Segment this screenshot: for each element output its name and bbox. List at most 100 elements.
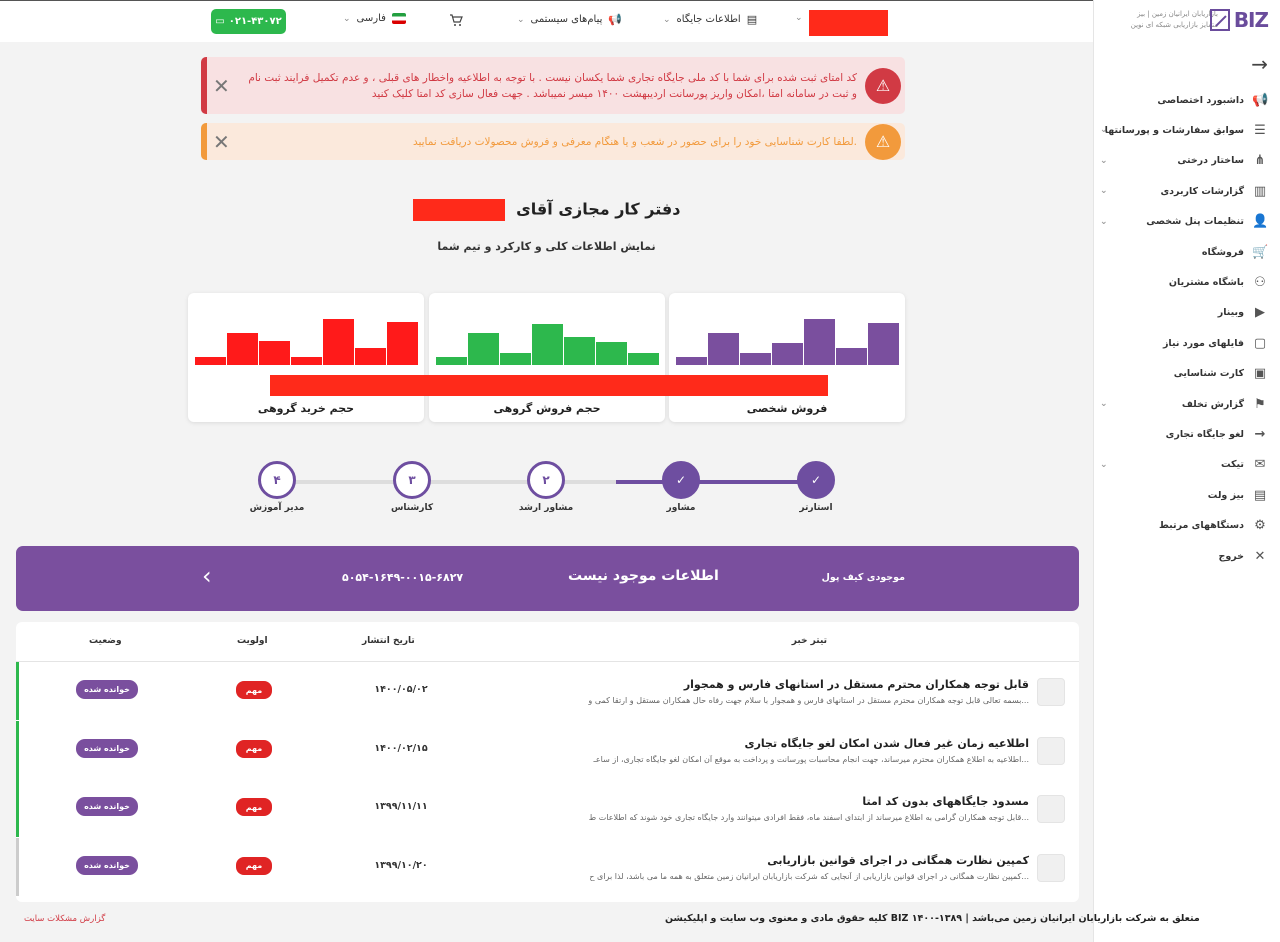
- sidebar-item[interactable]: باشگاه مشتریان ⚇: [1098, 272, 1268, 292]
- sparkline-bar: [532, 324, 563, 365]
- club-icon: ⚇: [1254, 274, 1266, 290]
- station-info-menu[interactable]: ⌄ اطلاعات جایگاه ▤: [663, 13, 757, 26]
- news-title[interactable]: مسدود جایگاههای بدون کد امتا: [862, 795, 1029, 808]
- close-icon[interactable]: ✕: [213, 74, 230, 98]
- card-group-purchase[interactable]: حجم خرید گروهی: [188, 293, 424, 422]
- chevron-down-icon: ⌄: [517, 14, 525, 25]
- chevron-down-icon: ⌄: [795, 13, 803, 23]
- sidebar-item[interactable]: ⌄ گزارش تخلف ⚑: [1098, 394, 1268, 414]
- sidebar-item[interactable]: کارت شناسایی ▣: [1098, 364, 1268, 384]
- brand-subtitle: بازاریابان ایرانیان زمین | بیز متمایز با…: [1130, 10, 1218, 29]
- sparkline-bar: [387, 322, 418, 365]
- table-row[interactable]: قابل توجه همکاران محترم مستقل در استانها…: [16, 662, 1079, 720]
- step-label: مشاور: [666, 503, 696, 513]
- news-thumbnail: [1037, 853, 1065, 882]
- sidebar-item[interactable]: فروشگاه 🛒: [1098, 242, 1268, 262]
- id-card-icon: ▣: [1253, 366, 1267, 382]
- news-description: قابل توجه همکاران گرامی به اطلاع میرساند…: [588, 813, 1029, 822]
- chevron-down-icon: ⌄: [1100, 186, 1108, 197]
- system-messages-menu[interactable]: ⌄ پیام‌های سیستمی 📢: [517, 13, 622, 26]
- chat-icon: ▭: [215, 16, 225, 27]
- chevron-left-icon[interactable]: ‹: [202, 562, 212, 590]
- priority-badge: مهم: [236, 739, 272, 758]
- sidebar-item[interactable]: لغو جایگاه تجاری →: [1098, 424, 1268, 444]
- news-description: بسمه تعالی قابل توجه همکاران محترم مستقل…: [588, 696, 1029, 705]
- row-marker: [16, 779, 19, 837]
- device-icon: ⚙: [1254, 518, 1266, 534]
- sidebar-item[interactable]: ⌄ ساختار درختی ⋔: [1098, 151, 1268, 171]
- news-title[interactable]: قابل توجه همکاران محترم مستقل در استانها…: [684, 678, 1029, 691]
- warning-icon: ⚠: [865, 67, 901, 104]
- table-header: تیتر خبر تاریخ انتشار اولویت وضعیت: [16, 622, 1079, 662]
- user-icon: 👤: [1252, 214, 1269, 230]
- card-label: حجم خرید گروهی: [257, 402, 355, 415]
- megaphone-icon: 📢: [608, 13, 623, 26]
- sparkline-bar: [500, 353, 531, 365]
- sparkline-bar: [740, 353, 771, 365]
- card-personal-sales[interactable]: فروش شخصی: [669, 293, 905, 422]
- warning-icon: ⚠: [865, 123, 901, 160]
- brand-logo[interactable]: BIZ: [1209, 8, 1269, 32]
- sparkline-bar: [564, 337, 595, 365]
- news-thumbnail: [1037, 795, 1065, 823]
- sidebar-item-label: داشبورد اختصاصی: [1157, 94, 1244, 106]
- sidebar-item[interactable]: ⌄ تیکت ✉: [1098, 455, 1268, 475]
- table-row[interactable]: اطلاعیه زمان غیر فعال شدن امکان لغو جایگ…: [16, 720, 1079, 779]
- user-menu[interactable]: ⌄: [795, 13, 803, 23]
- step-label: مشاور ارشد: [518, 503, 574, 513]
- header-title: تیتر خبر: [791, 636, 827, 646]
- sparkline-bar: [596, 342, 627, 365]
- report-icon: ⚑: [1254, 396, 1266, 412]
- alert-amta-code[interactable]: ✕ کد امتای ثبت شده برای شما با کد ملی جا…: [201, 57, 905, 114]
- sidebar-item[interactable]: بیز ولت ▤: [1098, 485, 1268, 505]
- step-circle: ✓: [662, 461, 700, 499]
- sparkline-bar: [676, 357, 707, 365]
- sparkline-chart: [195, 319, 418, 365]
- list-icon: ☰: [1254, 122, 1266, 138]
- row-marker: [16, 837, 19, 896]
- wallet-number: ۵۰۵۴-۱۶۴۹-۰۰۱۵-۶۸۲۷: [342, 571, 464, 584]
- sidebar-item-label: خروج: [1218, 550, 1244, 562]
- sparkline-bar: [628, 353, 659, 365]
- status-badge: خوانده شده: [76, 797, 138, 816]
- language-selector[interactable]: ⌄ فارسی: [343, 13, 406, 24]
- sparkline-bar: [708, 333, 739, 365]
- step-circle: ✓: [797, 461, 835, 499]
- sidebar-item[interactable]: خروج ✕: [1098, 546, 1268, 566]
- sidebar-item[interactable]: ⌄ گزارشات کاربردی ▥: [1098, 181, 1268, 201]
- news-title[interactable]: کمپین نظارت همگانی در اجرای قوانین بازار…: [767, 854, 1029, 867]
- priority-badge: مهم: [236, 798, 272, 816]
- sidebar-item[interactable]: دستگاههای مرتبط ⚙: [1098, 516, 1268, 536]
- collapse-arrow-icon[interactable]: →: [1251, 52, 1268, 76]
- news-title[interactable]: اطلاعیه زمان غیر فعال شدن امکان لغو جایگ…: [745, 737, 1030, 750]
- sidebar-item-label: گزارشات کاربردی: [1160, 185, 1244, 197]
- report-problem-link[interactable]: گزارش مشکلات سایت: [24, 914, 105, 924]
- card-label: حجم فروش گروهی: [493, 402, 601, 415]
- sparkline-chart: [676, 319, 899, 365]
- table-row[interactable]: مسدود جایگاههای بدون کد امتا قابل توجه هم…: [16, 779, 1079, 837]
- page-title-text: دفتر کار مجازی آقای: [516, 199, 681, 219]
- sidebar-item[interactable]: ⌄ سوابق سفارشات و پورسانتها ☰: [1098, 120, 1268, 140]
- top-bar: ▭ ۰۲۱-۴۳۰۷۲ ⌄ فارسی ⌄ پیام‌های سیستمی 📢 …: [0, 0, 1093, 42]
- alert-id-card[interactable]: ✕ لطفا کارت شناسایی خود را برای حضور در …: [201, 123, 905, 160]
- sidebar-item[interactable]: فایلهای مورد نیاز ▢: [1098, 333, 1268, 353]
- redacted-username: [809, 10, 888, 36]
- sparkline-bar: [836, 348, 867, 365]
- progress-fill: [616, 480, 816, 484]
- megaphone-icon: 📢: [1252, 92, 1269, 108]
- phone-button[interactable]: ▭ ۰۲۱-۴۳۰۷۲: [211, 9, 286, 34]
- wallet-bar: موجودی کیف پول اطلاعات موجود نیست ۵۰۵۴-۱…: [16, 546, 1079, 611]
- cart-button[interactable]: [449, 13, 463, 27]
- chart-icon: ▥: [1253, 183, 1267, 199]
- sidebar-item-label: فروشگاه: [1201, 246, 1244, 258]
- sidebar-item[interactable]: ⌄ تنظیمات پنل شخصی 👤: [1098, 212, 1268, 232]
- sidebar-item[interactable]: وبینار ▶: [1098, 303, 1268, 323]
- close-icon[interactable]: ✕: [213, 130, 230, 154]
- sidebar-item[interactable]: داشبورد اختصاصی 📢: [1098, 90, 1268, 110]
- sidebar-item-label: تیکت: [1220, 459, 1244, 471]
- news-description: اطلاعیه به اطلاع همکاران محترم میرساند، …: [593, 754, 1029, 764]
- table-row[interactable]: کمپین نظارت همگانی در اجرای قوانین بازار…: [16, 837, 1079, 896]
- status-badge: خوانده شده: [76, 738, 138, 758]
- wallet-label: موجودی کیف پول: [821, 572, 905, 583]
- card-group-sales[interactable]: حجم فروش گروهی: [429, 293, 665, 422]
